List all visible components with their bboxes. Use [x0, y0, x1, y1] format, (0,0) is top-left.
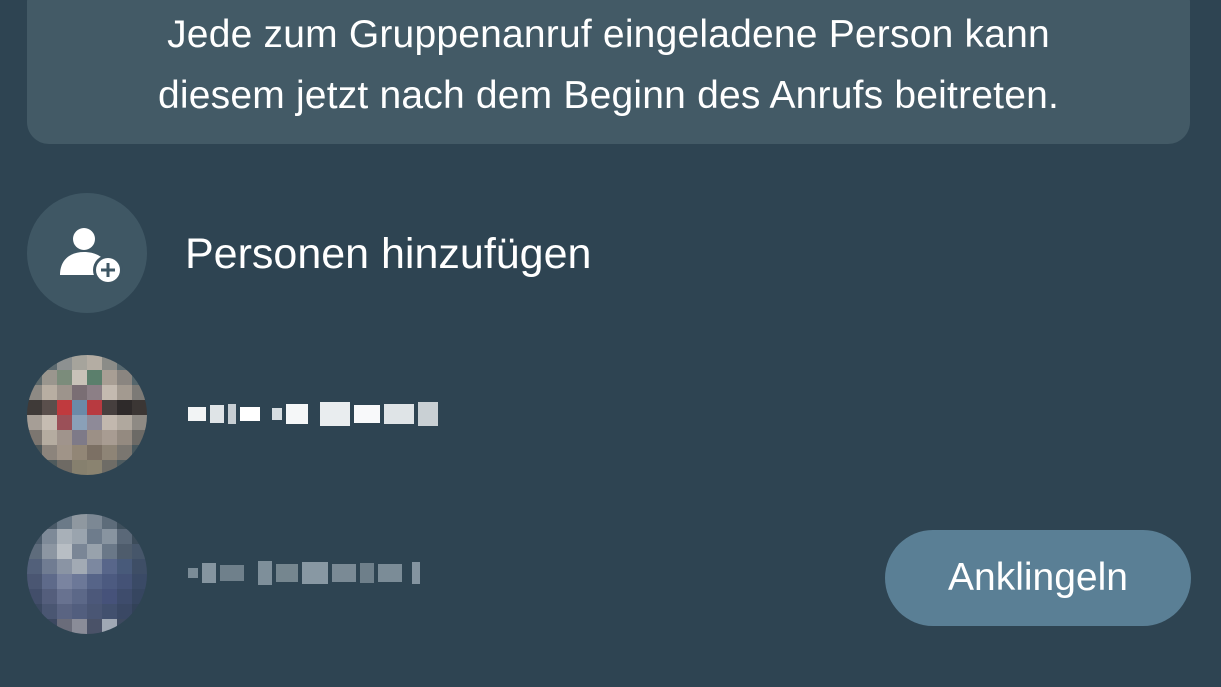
avatar	[27, 355, 147, 475]
group-call-sheet: Jede zum Gruppenanruf eingeladene Person…	[0, 0, 1221, 687]
info-banner: Jede zum Gruppenanruf eingeladene Person…	[27, 0, 1190, 144]
contact-row[interactable]: Anklingeln	[0, 514, 1221, 636]
add-people-icon-circle	[27, 193, 147, 313]
contact-row[interactable]	[0, 355, 1221, 477]
ring-button[interactable]: Anklingeln	[885, 530, 1191, 626]
add-people-label: Personen hinzufügen	[185, 230, 592, 278]
info-banner-line-2: diesem jetzt nach dem Beginn des Anrufs …	[157, 74, 1060, 117]
add-person-icon	[60, 228, 123, 285]
contact-name-pixelated	[188, 552, 424, 594]
info-banner-line-1: Jede zum Gruppenanruf eingeladene Person…	[167, 13, 1050, 56]
avatar	[27, 514, 147, 634]
contact-name-pixelated	[188, 393, 442, 435]
add-people-row[interactable]: Personen hinzufügen	[0, 193, 1221, 315]
pixelated-avatar-image	[27, 514, 147, 634]
pixelated-avatar-image	[27, 355, 147, 475]
